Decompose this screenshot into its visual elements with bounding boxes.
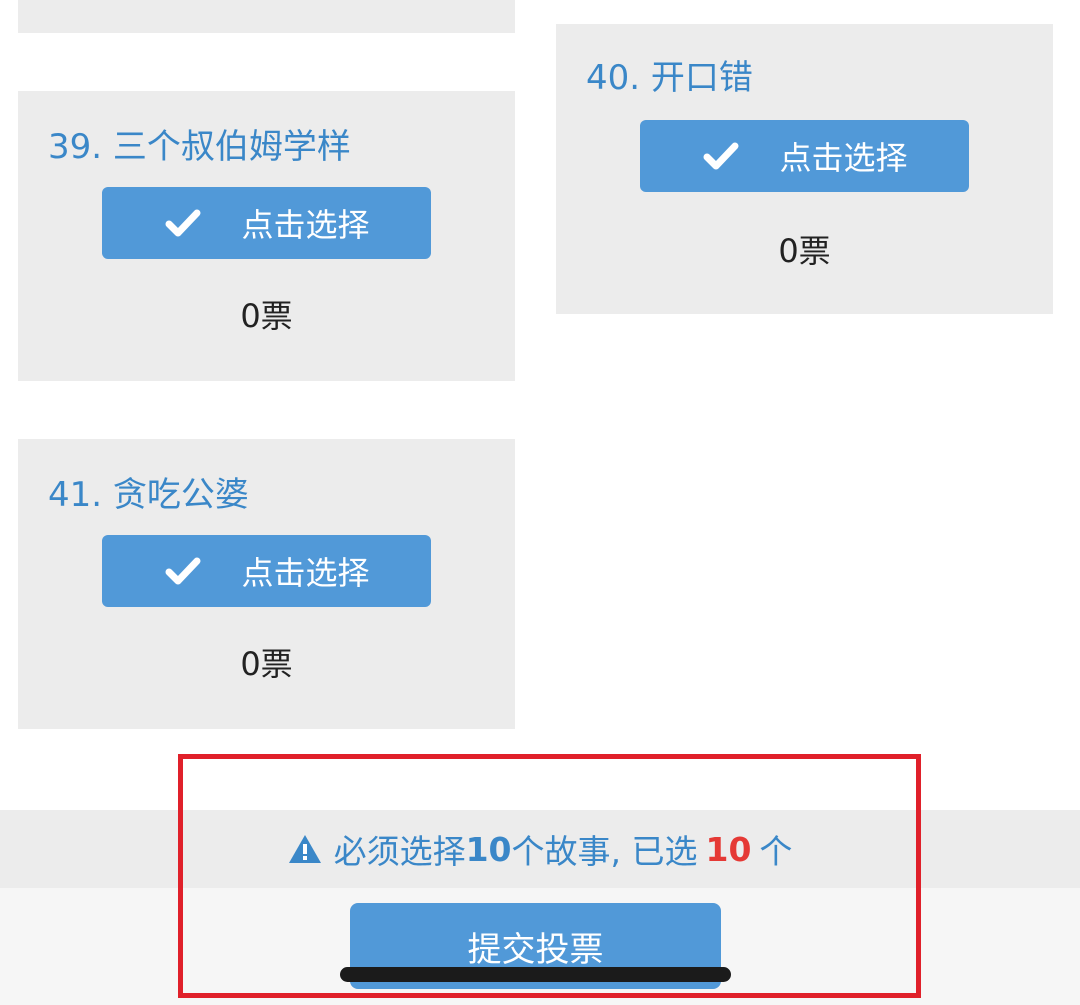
selected-count: 10 xyxy=(705,829,752,869)
select-button-label: 点击选择 xyxy=(241,554,370,592)
story-title: 39. 三个叔伯姆学样 xyxy=(48,127,351,167)
story-card: 41. 贪吃公婆 点击选择 0票 xyxy=(18,439,515,729)
story-card: 40. 开口错 点击选择 0票 xyxy=(556,24,1053,314)
vote-page: 39. 三个叔伯姆学样 点击选择 0票 40. 开口错 点击选择 0票 41. … xyxy=(0,0,1080,1005)
notice-prefix: 必须选择 xyxy=(333,832,466,871)
select-story-button[interactable]: 点击选择 xyxy=(102,187,431,259)
notice-middle: 个故事, 已选 xyxy=(511,832,698,871)
check-icon xyxy=(701,136,741,176)
story-title: 40. 开口错 xyxy=(586,58,753,98)
notice-suffix: 个 xyxy=(759,832,793,871)
story-title: 41. 贪吃公婆 xyxy=(48,475,249,515)
selection-notice: 必须选择 10 个故事, 已选 10 个 xyxy=(0,810,1080,888)
check-icon xyxy=(163,551,203,591)
check-icon xyxy=(163,203,203,243)
vote-count: 0票 xyxy=(240,645,293,683)
story-card: 39. 三个叔伯姆学样 点击选择 0票 xyxy=(18,91,515,381)
home-indicator xyxy=(340,967,731,982)
vote-count: 0票 xyxy=(240,297,293,335)
story-card-partial xyxy=(18,0,515,33)
select-button-label: 点击选择 xyxy=(241,206,370,244)
select-story-button[interactable]: 点击选择 xyxy=(102,535,431,607)
required-count: 10 xyxy=(465,829,512,869)
select-story-button[interactable]: 点击选择 xyxy=(640,120,969,192)
select-button-label: 点击选择 xyxy=(779,139,908,177)
vote-count: 0票 xyxy=(778,232,831,270)
warning-icon xyxy=(288,834,322,864)
